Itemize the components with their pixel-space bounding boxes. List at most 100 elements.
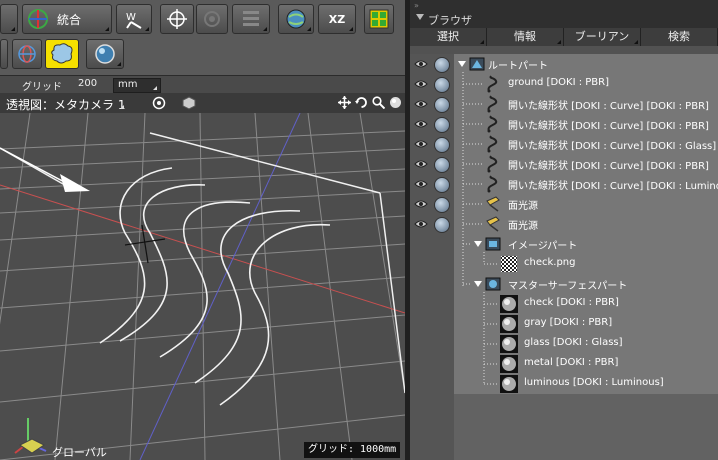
crosshair-button[interactable] [160, 4, 194, 34]
lock-toggle-icon[interactable] [434, 177, 450, 193]
visibility-eye-icon[interactable] [414, 158, 428, 170]
material-sphere-icon [500, 315, 518, 333]
globe-button[interactable] [278, 4, 314, 34]
tree-row-label: ground [DOKI : PBR] [508, 77, 610, 88]
tree-row[interactable]: check.png [410, 254, 718, 274]
toolbar-button-edge-2[interactable] [0, 39, 8, 69]
globe-icon [286, 9, 306, 29]
tree-row[interactable]: check [DOKI : PBR] [410, 294, 718, 314]
lock-toggle-icon[interactable] [434, 77, 450, 93]
tree-row[interactable]: ルートパート [410, 54, 718, 74]
xz-plane-button[interactable]: XZ [318, 4, 356, 34]
lock-toggle-icon[interactable] [434, 217, 450, 233]
visibility-eye-icon[interactable] [414, 198, 428, 210]
tree-row-label: glass [DOKI : Glass] [524, 337, 623, 348]
visibility-eye-icon[interactable] [414, 138, 428, 150]
grid-layout-button[interactable] [232, 4, 270, 34]
tree-row[interactable]: 面光源 [410, 194, 718, 214]
tree-row[interactable]: マスターサーフェスパート [410, 274, 718, 294]
visibility-eye-icon[interactable] [414, 58, 428, 70]
lock-toggle-icon[interactable] [434, 197, 450, 213]
tree-row[interactable]: 開いた線形状 [DOKI : Curve] [DOKI : Luminous] [410, 174, 718, 194]
snap-gear-icon [204, 11, 220, 27]
tree-row-label: マスターサーフェスパート [508, 281, 628, 292]
tree-row-label: check [DOKI : PBR] [524, 297, 619, 308]
tree-row-label: gray [DOKI : PBR] [524, 317, 613, 328]
render-sphere-button[interactable] [86, 39, 124, 69]
tree-row[interactable]: 開いた線形状 [DOKI : Curve] [DOKI : Glass] [410, 134, 718, 154]
visibility-eye-icon[interactable] [414, 178, 428, 190]
visibility-eye-icon[interactable] [414, 218, 428, 230]
tree-row[interactable]: イメージパート [410, 234, 718, 254]
curve-icon [484, 75, 502, 93]
coordinate-system-label[interactable]: グローバル [52, 444, 107, 460]
perspective-viewport[interactable] [0, 113, 405, 460]
tree-row[interactable]: gray [DOKI : PBR] [410, 314, 718, 334]
shading-sphere-icon[interactable] [389, 96, 402, 109]
master-surface-part-icon [484, 275, 502, 293]
lock-toggle-icon[interactable] [434, 137, 450, 153]
pan-icon[interactable] [338, 96, 351, 109]
mode-select-button[interactable]: 統合 [22, 4, 112, 34]
curve-icon [484, 135, 502, 153]
expand-triangle-icon[interactable] [474, 281, 482, 287]
tree-row[interactable]: metal [DOKI : PBR] [410, 354, 718, 374]
render-sphere-icon [95, 44, 115, 64]
tree-row-label: ルートパート [488, 61, 548, 72]
grid-label: グリッド [22, 82, 62, 93]
expand-triangle-icon[interactable] [474, 241, 482, 247]
tree-row-label: check.png [524, 257, 576, 268]
viewport-scene [0, 113, 405, 460]
tree-row[interactable]: 開いた線形状 [DOKI : Curve] [DOKI : PBR] [410, 114, 718, 134]
lock-toggle-icon[interactable] [434, 157, 450, 173]
zoom-icon[interactable] [372, 96, 385, 109]
tree-row-label: 開いた線形状 [DOKI : Curve] [DOKI : Glass] [508, 141, 717, 152]
snap-button[interactable] [196, 4, 228, 34]
tree-row[interactable]: glass [DOKI : Glass] [410, 334, 718, 354]
material-sphere-icon [500, 295, 518, 313]
axis-w-icon: W [126, 12, 142, 29]
tree-row[interactable]: ground [DOKI : PBR] [410, 74, 718, 94]
target-icon[interactable] [152, 96, 166, 110]
checker-image-icon [500, 255, 518, 273]
tree-row[interactable]: 面光源 [410, 214, 718, 234]
area-light-icon [484, 215, 502, 233]
visibility-eye-icon[interactable] [414, 98, 428, 110]
area-light-icon [484, 195, 502, 213]
part-icon [468, 55, 486, 73]
visibility-eye-icon[interactable] [414, 118, 428, 130]
open-curves[interactable] [99, 167, 331, 406]
view-title-selector[interactable]: 透視図：メタカメラ 1 [6, 96, 125, 113]
grid-size-input[interactable]: 200 [78, 78, 97, 89]
texture-mode-button[interactable] [45, 39, 79, 69]
tree-row-label: イメージパート [508, 241, 578, 252]
material-sphere-icon [500, 375, 518, 393]
xz-label: XZ [328, 12, 346, 26]
curve-icon [484, 175, 502, 193]
tree-row-label: 開いた線形状 [DOKI : Curve] [DOKI : PBR] [508, 161, 709, 172]
wire-sphere-button[interactable] [12, 39, 42, 69]
tree-row[interactable]: 開いた線形状 [DOKI : Curve] [DOKI : PBR] [410, 154, 718, 174]
rotate-icon[interactable] [355, 96, 368, 109]
quad-view-button[interactable] [364, 4, 394, 34]
visibility-eye-icon[interactable] [414, 78, 428, 90]
area-light-gizmo[interactable] [0, 147, 90, 192]
browser-panel: » ブラウザ 選択 情報 ブーリアン 検索 ルートパート ground [DOKI… [410, 0, 718, 460]
expand-triangle-icon[interactable] [458, 61, 466, 67]
lock-toggle-icon[interactable] [434, 57, 450, 73]
lock-toggle-icon[interactable] [434, 117, 450, 133]
curve-icon [484, 115, 502, 133]
grid-size-status: グリッド: 1000mm [304, 442, 401, 458]
view-header: 透視図：メタカメラ 1 [0, 93, 410, 113]
wire-sphere-icon [18, 45, 36, 63]
viewport-status-bar: グローバル グリッド: 1000mm [0, 440, 405, 460]
tree-row-label: 開いた線形状 [DOKI : Curve] [DOKI : PBR] [508, 121, 709, 132]
cube-icon[interactable] [182, 96, 196, 110]
world-coord-button[interactable]: W [116, 4, 152, 34]
grid-unit-value: mm [118, 79, 138, 90]
grid-unit-select[interactable]: mm [113, 78, 161, 93]
tree-row[interactable]: luminous [DOKI : Luminous] [410, 374, 718, 394]
lock-toggle-icon[interactable] [434, 97, 450, 113]
toolbar-button-left-edge[interactable] [0, 4, 18, 34]
tree-row[interactable]: 開いた線形状 [DOKI : Curve] [DOKI : PBR] [410, 94, 718, 114]
